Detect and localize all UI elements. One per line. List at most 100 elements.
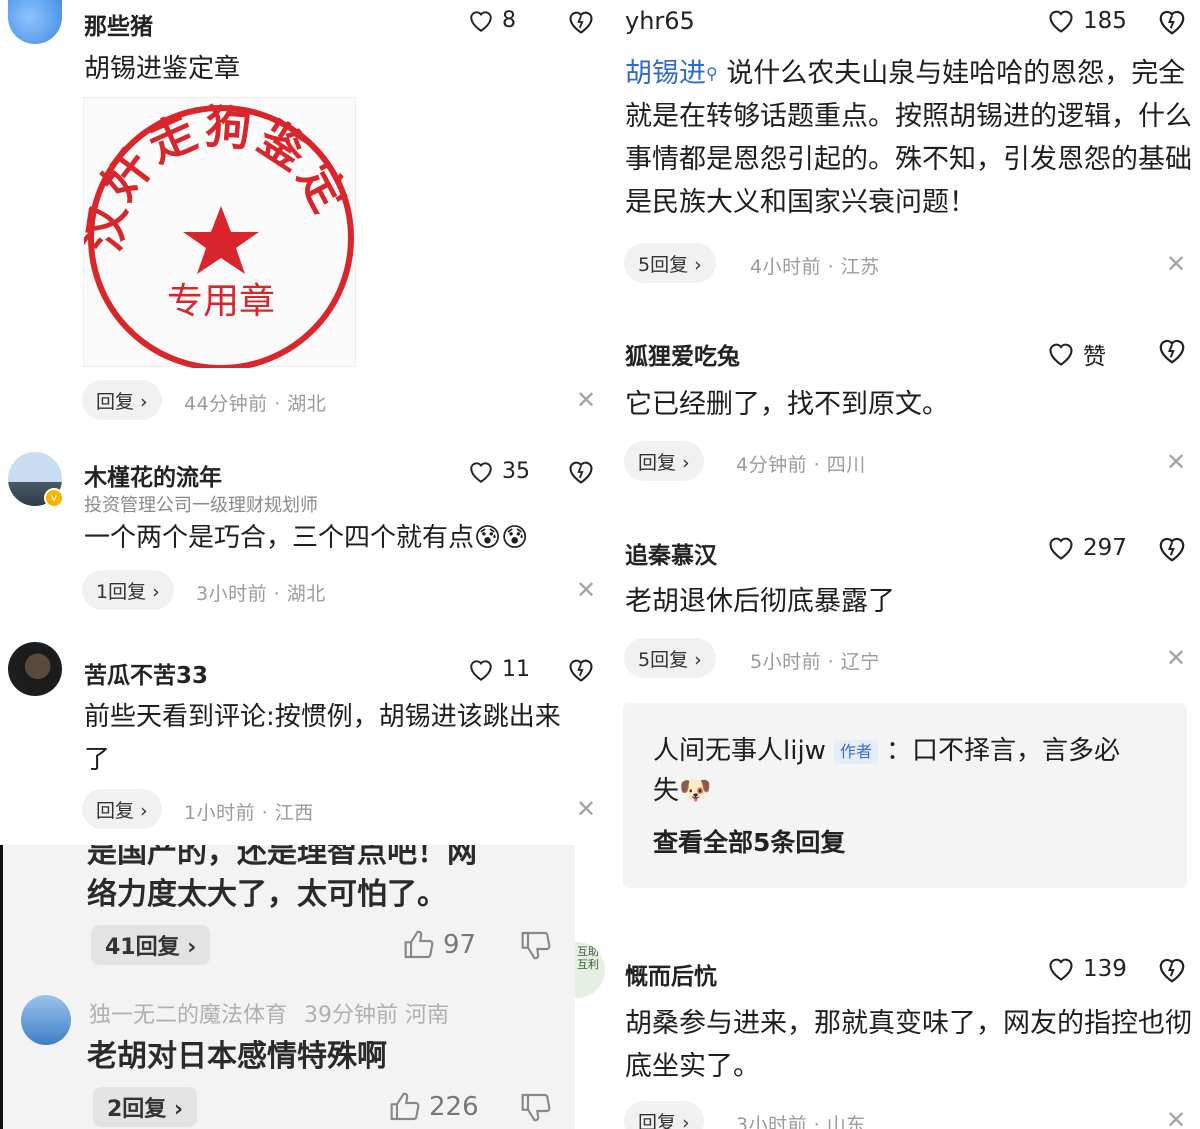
close-icon[interactable]: ✕ xyxy=(1166,1108,1186,1129)
inset-username-meta: 独一无二的魔法体育 39分钟前 河南 xyxy=(89,997,449,1029)
mention-link[interactable]: 胡锡进 xyxy=(625,58,706,89)
view-all-replies-link[interactable]: 查看全部5条回复 xyxy=(653,823,845,859)
inset-comment-text: 老胡对日本感情特殊啊 xyxy=(87,1039,387,1074)
comment-image-stamp[interactable]: 汉奸走狗鉴定 专用章 xyxy=(76,97,356,371)
close-icon[interactable]: ✕ xyxy=(1166,646,1186,670)
reply-label: 回复 › xyxy=(96,390,148,413)
heart-icon xyxy=(1049,958,1073,981)
like-button[interactable]: 297 xyxy=(1047,535,1127,561)
like-button[interactable]: 赞 xyxy=(1047,337,1106,371)
comment-text: 老胡退休后彻底暴露了 xyxy=(625,586,895,617)
inset-like-button[interactable]: 97 xyxy=(403,929,476,961)
like-button[interactable]: 8 xyxy=(468,8,516,33)
comment-text: 一个两个是巧合，三个四个就有点😰😰 xyxy=(84,523,529,553)
avatar[interactable] xyxy=(8,642,62,696)
like-count: 297 xyxy=(1083,535,1127,561)
comment-username[interactable]: 追秦慕汉 xyxy=(625,536,717,570)
reply-label: 41回复 › xyxy=(105,935,197,960)
star-icon xyxy=(183,206,259,274)
inset-text-cut: 是国产的，还是理智点吧！网 xyxy=(87,845,477,870)
thumbs-down-icon[interactable] xyxy=(520,929,552,961)
like-count: 226 xyxy=(429,1092,479,1122)
search-icon: ⚲ xyxy=(706,64,718,83)
dislike-heart-icon[interactable] xyxy=(567,459,595,485)
close-icon[interactable]: ✕ xyxy=(1166,252,1186,276)
like-count: 8 xyxy=(502,8,516,33)
close-icon[interactable]: ✕ xyxy=(576,797,596,821)
inset-like-button[interactable]: 226 xyxy=(389,1091,479,1123)
reply-button[interactable]: 回复 › xyxy=(624,1101,704,1129)
heart-icon xyxy=(1049,343,1073,366)
close-icon[interactable]: ✕ xyxy=(576,578,596,602)
inset-meta: 39分钟前 河南 xyxy=(304,1003,450,1028)
reply-button[interactable]: 回复 › xyxy=(82,789,162,829)
dislike-heart-icon[interactable] xyxy=(1157,535,1187,563)
like-count: 139 xyxy=(1083,956,1127,982)
comment-meta: 1小时前 · 江西 xyxy=(184,802,314,824)
reply-button[interactable]: 5回复 › xyxy=(624,243,716,283)
comment-meta: 5小时前 · 辽宁 xyxy=(750,651,880,673)
reply-label: 1回复 › xyxy=(96,580,160,603)
author-tag: 作者 xyxy=(833,739,878,764)
like-count: 185 xyxy=(1083,8,1127,34)
comment-meta: 4小时前 · 江苏 xyxy=(750,256,880,278)
comment-username[interactable]: 苦瓜不苦33 xyxy=(84,656,208,690)
inset-reply-button[interactable]: 2回复 › xyxy=(93,1087,198,1127)
reply-label: 5回复 › xyxy=(638,253,702,276)
like-button[interactable]: 139 xyxy=(1047,956,1127,982)
sub-reply-body-2: 失🐶 xyxy=(653,776,712,806)
comment-username[interactable]: yhr65 xyxy=(625,7,695,35)
thumbs-down-icon[interactable] xyxy=(520,1091,552,1123)
comment-text: 胡锡进⚲ 说什么农夫山泉与娃哈哈的恩怨，完全就是在转够话题重点。按照胡锡进的逻辑… xyxy=(625,52,1193,224)
comment-meta: 4分钟前 · 四川 xyxy=(736,454,866,476)
dislike-heart-icon[interactable] xyxy=(1157,337,1187,365)
stamp-bottom-text: 专用章 xyxy=(167,281,275,322)
like-button[interactable]: 185 xyxy=(1047,8,1127,34)
heart-icon xyxy=(1049,10,1073,33)
comment-meta: 44分钟前 · 湖北 xyxy=(184,393,327,415)
avatar[interactable] xyxy=(21,995,71,1045)
heart-icon xyxy=(470,659,492,681)
comment-text: 前些天看到评论:按惯例，胡锡进该跳出来了 xyxy=(84,702,561,775)
heart-icon xyxy=(470,461,492,483)
reply-label: 2回复 › xyxy=(107,1097,184,1122)
like-count: 35 xyxy=(502,459,530,484)
sub-reply-box[interactable]: 人间无事人lijw 作者 ：口不择言，言多必 失🐶 查看全部5条回复 xyxy=(623,703,1187,888)
reply-label: 回复 › xyxy=(638,451,690,474)
like-button[interactable]: 11 xyxy=(468,657,530,682)
dislike-heart-icon[interactable] xyxy=(1157,956,1187,984)
calligraphy-chars: 互助互利 xyxy=(577,945,599,971)
dislike-heart-icon[interactable] xyxy=(567,9,595,35)
close-icon[interactable]: ✕ xyxy=(576,388,596,412)
comment-username[interactable]: 木槿花的流年 xyxy=(84,458,222,492)
dislike-heart-icon[interactable] xyxy=(1157,8,1187,36)
avatar[interactable] xyxy=(8,0,62,44)
comment-meta: 3小时前 · 湖北 xyxy=(196,583,326,605)
close-icon[interactable]: ✕ xyxy=(1166,450,1186,474)
comment-text: 它已经删了，找不到原文。 xyxy=(625,389,949,420)
comment-username[interactable]: 那些猪 xyxy=(84,7,153,41)
avatar-calligraphy: 互助互利 xyxy=(575,942,605,998)
comment-meta: 3小时前 · 山东 xyxy=(736,1114,866,1129)
reply-label: 5回复 › xyxy=(638,648,702,671)
reply-button[interactable]: 回复 › xyxy=(624,441,704,481)
user-badge-text: 投资管理公司一级理财规划师 xyxy=(84,495,318,516)
reply-button[interactable]: 5回复 › xyxy=(624,638,716,678)
reply-label: 回复 › xyxy=(96,799,148,822)
sub-reply-text: 人间无事人lijw 作者 ：口不择言，言多必 失🐶 xyxy=(653,731,1153,811)
comment-username[interactable]: 慨而后忼 xyxy=(625,957,717,991)
heart-icon xyxy=(470,10,492,32)
dislike-heart-icon[interactable] xyxy=(567,657,595,683)
like-button[interactable]: 35 xyxy=(468,459,530,484)
comment-username[interactable]: 狐狸爱吃兔 xyxy=(625,337,740,371)
thumbs-up-icon xyxy=(390,1092,420,1121)
stamp-image: 汉奸走狗鉴定 专用章 xyxy=(76,99,355,371)
reply-label: 回复 › xyxy=(638,1111,690,1129)
reply-button[interactable]: 回复 › xyxy=(82,380,162,420)
reply-button[interactable]: 1回复 › xyxy=(82,570,174,610)
comment-text: 胡桑参与进来，那就真变味了，网友的指控也彻底坐实了。 xyxy=(625,1008,1192,1082)
sub-reply-username[interactable]: 人间无事人lijw xyxy=(653,736,826,766)
heart-icon xyxy=(1049,537,1073,560)
inset-text: 络力度太大了，太可怕了。 xyxy=(87,877,447,912)
inset-reply-button[interactable]: 41回复 › xyxy=(91,925,211,965)
